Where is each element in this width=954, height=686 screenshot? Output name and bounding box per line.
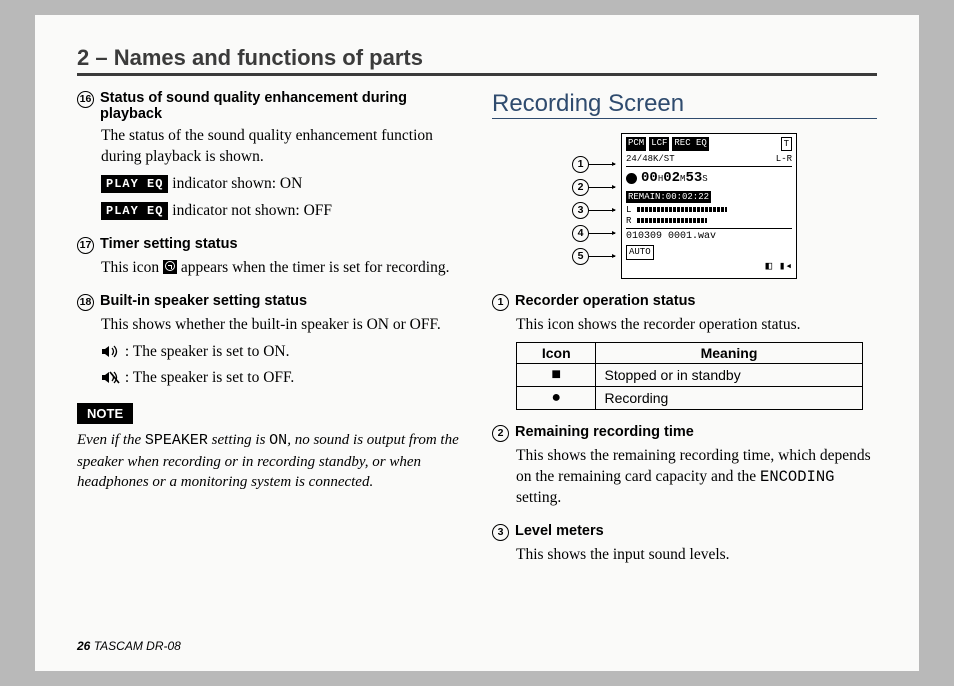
item2-b: setting. (516, 489, 561, 506)
unit-s: S (702, 174, 707, 184)
item-16-on-line: PLAY EQ indicator shown: ON (101, 174, 462, 195)
time-m: 02 (663, 170, 680, 186)
item-1-desc: This icon shows the recorder operation s… (516, 315, 877, 336)
playeq-badge-icon: PLAY EQ (101, 175, 168, 193)
item-2-title: Remaining recording time (515, 424, 694, 440)
callout-number-1: 1 (492, 294, 509, 311)
item-18-title: Built-in speaker setting status (100, 293, 307, 309)
note-mono1: SPEAKER (145, 432, 208, 449)
item-3-desc: This shows the input sound levels. (516, 545, 877, 566)
leader-line (589, 187, 615, 188)
leader-line (589, 210, 615, 211)
page-footer: 26 TASCAM DR-08 (77, 639, 181, 653)
meter-l: L (626, 205, 792, 216)
note-label: NOTE (77, 403, 133, 424)
item-18: 18 Built-in speaker setting status This … (77, 293, 462, 390)
leader-line (589, 164, 615, 165)
item-17-desc-a: This icon (101, 259, 163, 276)
receq-tag: REC EQ (672, 137, 708, 151)
item-3: 3 Level meters This shows the input soun… (492, 523, 877, 566)
model-name: TASCAM DR-08 (94, 639, 181, 653)
indicator-off-text: indicator not shown: OFF (172, 202, 332, 219)
speaker-off-text: : The speaker is set to OFF. (125, 369, 294, 386)
stopped-icon: ■ (517, 364, 596, 387)
item-2: 2 Remaining recording time This shows th… (492, 424, 877, 509)
item-16-off-line: PLAY EQ indicator not shown: OFF (101, 201, 462, 222)
lr-text: L-R (776, 153, 792, 165)
item-2-desc: This shows the remaining recording time,… (516, 446, 877, 509)
item-17-desc-b: appears when the timer is set for record… (181, 259, 450, 276)
item-1-title: Recorder operation status (515, 293, 696, 309)
callout-5: 5 (572, 248, 589, 265)
leader-line (589, 233, 615, 234)
callout-number-2: 2 (492, 425, 509, 442)
item2-mono: ENCODING (760, 468, 834, 486)
note-a: Even if the (77, 432, 145, 448)
item-17-desc: This icon appears when the timer is set … (101, 258, 462, 279)
time-h: 00 (641, 170, 658, 186)
indicator-on-text: indicator shown: ON (172, 175, 302, 192)
remain-text: REMAIN:00:02:22 (626, 191, 711, 203)
note-block: NOTE Even if the SPEAKER setting is ON, … (77, 403, 462, 492)
callout-number-17: 17 (77, 237, 94, 254)
pcm-tag: PCM (626, 137, 646, 151)
item-16-desc: The status of the sound quality enhancem… (101, 126, 462, 168)
lcd-screen: PCM LCF REC EQ T 24/48K/ST L-R 00H02M53S… (621, 133, 797, 279)
table-row: ● Recording (517, 387, 863, 410)
timer-icon (163, 260, 177, 274)
bottom-icons: ◧ ▮◂ (626, 260, 792, 275)
manual-page: 2 – Names and functions of parts 16 Stat… (35, 15, 919, 671)
callout-1: 1 (572, 156, 589, 173)
item-17-title: Timer setting status (100, 236, 238, 252)
screen-diagram: 1 2 3 4 5 PCM LCF REC EQ T 24/48K/ST (492, 133, 877, 279)
time-s: 53 (685, 170, 702, 186)
page-number: 26 (77, 639, 90, 653)
note-mono2: ON (269, 432, 287, 449)
filename-text: 010309 0001.wav (626, 228, 792, 244)
leader-line (589, 256, 615, 257)
speaker-off-line: : The speaker is set to OFF. (101, 368, 462, 389)
chapter-title: 2 – Names and functions of parts (77, 45, 877, 76)
speaker-on-line: : The speaker is set to ON. (101, 342, 462, 363)
recording-meaning: Recording (596, 387, 862, 410)
section-title: Recording Screen (492, 90, 877, 119)
auto-tag: AUTO (626, 245, 654, 259)
playeq-badge-icon: PLAY EQ (101, 202, 168, 220)
speaker-on-text: : The speaker is set to ON. (125, 343, 290, 360)
t-tag: T (781, 137, 792, 151)
two-column-layout: 16 Status of sound quality enhancement d… (77, 90, 877, 580)
callout-number-16: 16 (77, 91, 94, 108)
callout-number-18: 18 (77, 294, 94, 311)
item-1: 1 Recorder operation status This icon sh… (492, 293, 877, 410)
table-row: ■ Stopped or in standby (517, 364, 863, 387)
item-3-title: Level meters (515, 523, 604, 539)
note-b: setting is (208, 432, 269, 448)
item-16: 16 Status of sound quality enhancement d… (77, 90, 462, 222)
callout-number-3: 3 (492, 524, 509, 541)
lcf-tag: LCF (649, 137, 669, 151)
item-18-desc: This shows whether the built-in speaker … (101, 315, 462, 336)
note-text: Even if the SPEAKER setting is ON, no so… (77, 430, 462, 492)
item-16-title: Status of sound quality enhancement duri… (100, 90, 462, 122)
meter-l-label: L (626, 205, 631, 215)
status-table: Icon Meaning ■ Stopped or in standby ● R… (516, 342, 863, 410)
recording-icon: ● (517, 387, 596, 410)
left-column: 16 Status of sound quality enhancement d… (77, 90, 462, 580)
speaker-on-icon (101, 344, 121, 359)
meter-r: R (626, 216, 792, 227)
speaker-off-icon (101, 370, 121, 385)
format-text: 24/48K/ST (626, 153, 675, 165)
meter-r-label: R (626, 216, 631, 226)
callout-3: 3 (572, 202, 589, 219)
th-meaning: Meaning (596, 343, 862, 364)
stopped-meaning: Stopped or in standby (596, 364, 862, 387)
time-row: 00H02M53S (626, 169, 792, 188)
callout-column: 1 2 3 4 5 (572, 133, 615, 279)
callout-4: 4 (572, 225, 589, 242)
th-icon: Icon (517, 343, 596, 364)
item-17: 17 Timer setting status This icon appear… (77, 236, 462, 279)
callout-2: 2 (572, 179, 589, 196)
record-status-icon (626, 173, 637, 184)
right-column: Recording Screen 1 2 3 4 5 PCM LCF REC E… (492, 90, 877, 580)
